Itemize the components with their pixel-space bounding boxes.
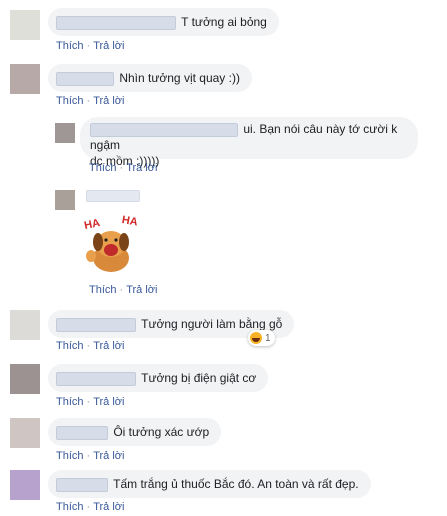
separator: · — [86, 396, 91, 408]
avatar[interactable] — [10, 10, 40, 40]
comment-actions: Thích · Trả lời — [56, 95, 124, 107]
comment-actions: Thích · Trả lời — [56, 340, 124, 352]
reply-link[interactable]: Trả lời — [93, 40, 124, 52]
redacted-name — [86, 190, 140, 202]
redacted-name — [56, 371, 136, 386]
dog-eye — [104, 238, 108, 242]
reply-link[interactable]: Trả lời — [93, 501, 124, 513]
comment-text: Tưởng người làm bằng gỗ — [141, 317, 283, 331]
like-link[interactable]: Thích — [56, 501, 84, 513]
redacted-name — [90, 122, 238, 137]
sticker-text: HA — [121, 214, 139, 229]
comment-bubble: Ôi tưởng xác ướp — [48, 418, 222, 446]
dog-ear-left — [93, 233, 103, 251]
separator: · — [86, 450, 91, 462]
reply-link[interactable]: Trả lời — [126, 284, 157, 296]
dog-ear-right — [119, 233, 129, 251]
dog-mouth — [104, 244, 118, 256]
like-link[interactable]: Thích — [56, 450, 84, 462]
comment-bubble: Nhìn tưởng vịt quay :)) — [48, 64, 252, 92]
redacted-name — [56, 317, 136, 332]
redacted-name — [56, 425, 108, 440]
comment-actions: Thích · Trả lời — [56, 501, 124, 513]
avatar[interactable] — [55, 190, 75, 210]
like-link[interactable]: Thích — [89, 284, 117, 296]
comment-text: Ôi tưởng xác ướp — [113, 425, 210, 439]
like-link[interactable]: Thích — [89, 162, 117, 174]
reply-link[interactable]: Trả lời — [93, 95, 124, 107]
like-link[interactable]: Thích — [56, 396, 84, 408]
like-link[interactable]: Thích — [56, 40, 84, 52]
reply-link[interactable]: Trả lời — [93, 340, 124, 352]
like-link[interactable]: Thích — [56, 95, 84, 107]
avatar[interactable] — [10, 470, 40, 500]
reply-link[interactable]: Trả lời — [126, 162, 157, 174]
reaction-count[interactable]: 1 — [248, 330, 275, 346]
avatar[interactable] — [10, 310, 40, 340]
comment-bubble: T tưởng ai bỏng — [48, 8, 279, 36]
haha-emoji-icon — [250, 332, 262, 344]
reply-link[interactable]: Trả lời — [93, 450, 124, 462]
dog-paw — [86, 250, 96, 262]
redacted-name — [56, 477, 108, 492]
separator: · — [86, 501, 91, 513]
separator: · — [86, 340, 91, 352]
comment-actions: Thích · Trả lời — [56, 396, 124, 408]
avatar[interactable] — [10, 64, 40, 94]
haha-dog-sticker: HA HA — [83, 214, 139, 272]
comment-text: Tưởng bị điện giật cơ — [141, 371, 257, 385]
redacted-name — [56, 71, 114, 86]
comment-bubble: Tấm trắng ủ thuốc Bắc đó. An toàn và rất… — [48, 470, 371, 498]
comment-actions: Thích · Trả lời — [56, 40, 124, 52]
comment-actions: Thích · Trả lời — [89, 284, 157, 296]
comment-text: Nhìn tưởng vịt quay :)) — [119, 71, 240, 85]
comment-text: Tấm trắng ủ thuốc Bắc đó. An toàn và rất… — [113, 477, 359, 491]
reply-link[interactable]: Trả lời — [93, 396, 124, 408]
sticker-text: HA — [83, 217, 101, 232]
redacted-name — [56, 15, 176, 30]
separator: · — [119, 162, 124, 174]
avatar[interactable] — [10, 418, 40, 448]
comment-actions: Thích · Trả lời — [89, 162, 157, 174]
like-link[interactable]: Thích — [56, 340, 84, 352]
separator: · — [86, 95, 91, 107]
comment-text: T tưởng ai bỏng — [181, 15, 267, 29]
comment-actions: Thích · Trả lời — [56, 450, 124, 462]
comment-bubble: ui. Bạn nói câu này tớ cười k ngậm dc mồ… — [80, 117, 418, 168]
avatar[interactable] — [10, 364, 40, 394]
dog-eye — [114, 238, 118, 242]
avatar[interactable] — [55, 123, 75, 143]
separator: · — [86, 40, 91, 52]
separator: · — [119, 284, 124, 296]
comment-bubble: Tưởng bị điện giật cơ — [48, 364, 269, 392]
reaction-count-value: 1 — [265, 332, 271, 344]
